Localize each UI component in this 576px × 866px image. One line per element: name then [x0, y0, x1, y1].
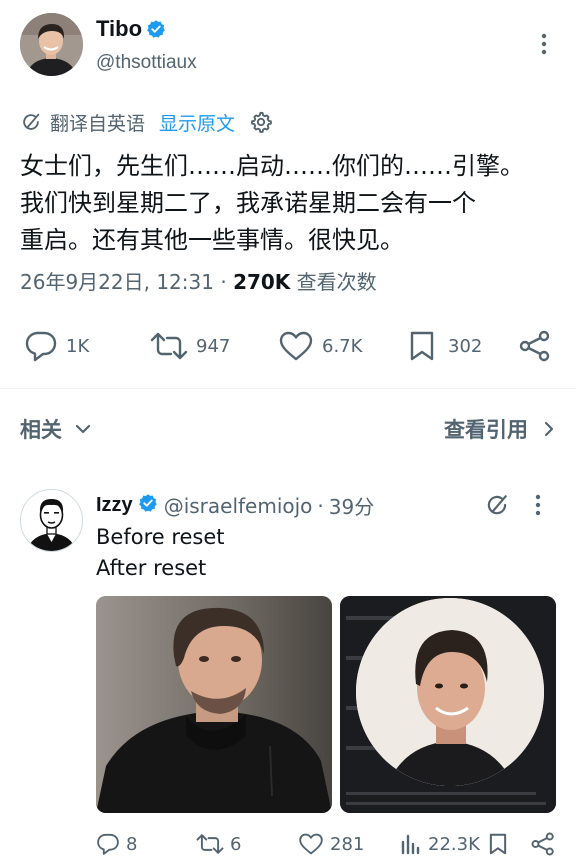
like-count: 6.7K: [322, 335, 363, 357]
bookmark-icon: [408, 330, 436, 362]
reply-count: 1K: [66, 335, 90, 357]
chevron-down-icon: [75, 424, 91, 434]
meta-separator: ·: [220, 270, 234, 294]
view-quotes-label: 查看引用: [444, 418, 528, 442]
tweet-meta: 26年9月22日, 12:31 · 270K 查看次数: [20, 266, 377, 295]
author-name[interactable]: Tibo: [96, 16, 166, 45]
translated-from-label: 翻译自英语: [50, 112, 146, 135]
bar-chart-icon: [400, 832, 422, 856]
reply-button[interactable]: 1K: [24, 330, 89, 362]
reply-reply-button[interactable]: 8: [96, 832, 137, 856]
heart-icon: [298, 832, 324, 856]
tweet-text-line: 重启。还有其他一些事情。很快见。: [20, 226, 404, 254]
retweet-button[interactable]: 947: [150, 330, 230, 362]
verified-badge-icon: [138, 493, 158, 518]
reply-author-handle[interactable]: @israelfemiojo: [164, 494, 313, 518]
reply-media-image[interactable]: [340, 596, 556, 813]
views-count: 270K: [233, 270, 291, 294]
reply-separator: ·: [317, 493, 324, 518]
gear-icon[interactable]: [249, 110, 273, 134]
bookmark-button[interactable]: 302: [408, 330, 482, 362]
reply-header-icons: [484, 492, 544, 518]
more-vertical-icon[interactable]: [532, 30, 556, 58]
views-label: 查看次数: [296, 270, 377, 294]
section-divider: [0, 388, 576, 389]
reply-retweet-count: 6: [230, 833, 242, 855]
like-button[interactable]: 6.7K: [278, 330, 362, 362]
reply-text-line: After reset: [96, 556, 207, 580]
tweet-text: 女士们，先生们……启动……你们的……引擎。 我们快到星期二了，我承诺星期二会有一…: [20, 148, 560, 259]
bookmark-count: 302: [448, 335, 483, 357]
heart-icon: [278, 330, 314, 362]
tweet-timestamp[interactable]: 26年9月22日, 12:31: [20, 270, 214, 294]
related-label: 相关: [20, 418, 62, 442]
retweet-icon: [150, 330, 188, 362]
translation-bar: 翻译自英语 显示原文: [20, 108, 273, 136]
share-icon[interactable]: [518, 330, 552, 366]
reply-text-line: Before reset: [96, 525, 225, 549]
reply-header: Izzy @israelfemiojo · 39分: [96, 491, 374, 520]
reply-text: Before reset After reset: [96, 522, 225, 584]
reply-author-avatar[interactable]: [20, 489, 83, 552]
retweet-icon: [196, 832, 224, 856]
retweet-count: 947: [196, 335, 231, 357]
tweet-text-line: 女士们，先生们……启动……你们的……引擎。: [20, 152, 524, 180]
author-handle[interactable]: @thsottiaux: [96, 52, 197, 74]
view-quotes-link[interactable]: 查看引用: [444, 414, 556, 444]
share-icon[interactable]: [530, 832, 556, 860]
reply-like-button[interactable]: 281: [298, 832, 364, 856]
show-original-link[interactable]: 显示原文: [159, 109, 235, 136]
reply-like-count: 281: [330, 833, 365, 855]
tweet-text-line: 我们快到星期二了，我承诺星期二会有一个: [20, 189, 476, 217]
more-vertical-icon[interactable]: [532, 492, 544, 518]
author-name-text[interactable]: Tibo: [96, 16, 142, 41]
author-avatar[interactable]: [20, 13, 83, 76]
bookmark-icon[interactable]: [488, 832, 508, 860]
reply-bubble-icon: [24, 330, 58, 362]
reply-retweet-button[interactable]: 6: [196, 832, 241, 856]
translate-icon: [20, 111, 42, 133]
reply-media-image[interactable]: [96, 596, 332, 813]
related-dropdown[interactable]: 相关: [20, 414, 92, 444]
reply-reply-count: 8: [126, 833, 138, 855]
reply-bubble-icon: [96, 832, 120, 856]
reply-views-count: 22.3K: [428, 833, 480, 855]
reply-time[interactable]: 39分: [329, 491, 374, 520]
translate-icon[interactable]: [484, 492, 510, 518]
reply-views-button[interactable]: 22.3K: [400, 832, 480, 856]
verified-badge-icon: [146, 19, 166, 45]
reply-action-bar: 8 6 281 22.3K: [96, 832, 556, 858]
chevron-right-icon: [544, 421, 554, 437]
reply-author-name[interactable]: Izzy: [96, 494, 133, 517]
